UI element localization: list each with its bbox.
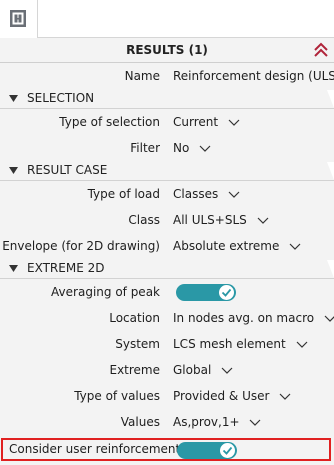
chevron-down-icon	[228, 191, 240, 198]
system-value: LCS mesh element	[173, 337, 286, 351]
class-value: All ULS+SLS	[173, 213, 247, 227]
triangle-down-icon	[9, 167, 18, 174]
filter-row: Filter No	[0, 135, 334, 161]
chevron-down-icon	[249, 419, 261, 426]
values-dropdown[interactable]: As,prov,1+	[173, 409, 334, 435]
type-of-selection-dropdown[interactable]: Current	[173, 109, 334, 135]
top-toolbar	[0, 0, 334, 38]
type-of-values-dropdown[interactable]: Provided & User	[173, 383, 334, 409]
type-of-load-value: Classes	[173, 187, 219, 201]
type-of-values-label: Type of values	[74, 389, 160, 403]
envelope-value: Absolute extreme	[173, 239, 280, 253]
class-label: Class	[128, 213, 160, 227]
collapse-button[interactable]	[311, 41, 331, 59]
check-icon	[221, 288, 232, 297]
type-of-load-row: Type of load Classes	[0, 181, 334, 207]
section-extreme-2d-title: EXTREME 2D	[27, 261, 105, 275]
type-of-selection-label: Type of selection	[59, 115, 160, 129]
chevron-down-icon	[199, 145, 211, 152]
system-dropdown[interactable]: LCS mesh element	[173, 331, 334, 357]
panel-title: RESULTS (1)	[126, 43, 208, 57]
filter-dropdown[interactable]: No	[173, 135, 334, 161]
chevron-down-icon	[289, 243, 301, 250]
location-row: Location In nodes avg. on macro	[0, 305, 334, 331]
extreme-value: Global	[173, 363, 212, 377]
app-logo-icon	[10, 10, 26, 27]
triangle-down-icon	[9, 265, 18, 272]
type-of-values-row: Type of values Provided & User	[0, 383, 334, 409]
toggle-knob	[219, 285, 234, 300]
chevron-down-icon	[279, 393, 291, 400]
panel-header: RESULTS (1)	[0, 38, 334, 63]
values-label: Values	[120, 415, 160, 429]
filter-value: No	[173, 141, 190, 155]
location-value: In nodes avg. on macro	[173, 311, 315, 325]
system-label: System	[115, 337, 160, 351]
extreme-label: Extreme	[109, 363, 160, 377]
type-of-load-label: Type of load	[87, 187, 160, 201]
location-label: Location	[109, 311, 160, 325]
extreme-row: Extreme Global	[0, 357, 334, 383]
section-selection[interactable]: SELECTION	[0, 89, 334, 109]
name-row: Name Reinforcement design (ULS+	[0, 63, 334, 89]
section-corner	[327, 260, 334, 278]
section-extreme-2d[interactable]: EXTREME 2D	[0, 259, 334, 279]
system-row: System LCS mesh element	[0, 331, 334, 357]
user-reinforcement-toggle[interactable]	[177, 442, 237, 459]
chevron-down-icon	[228, 119, 240, 126]
averaging-toggle[interactable]	[176, 284, 236, 301]
location-dropdown[interactable]: In nodes avg. on macro	[173, 305, 334, 331]
envelope-row: Envelope (for 2D drawing) Absolute extre…	[0, 233, 334, 259]
section-corner	[327, 162, 334, 180]
type-of-load-dropdown[interactable]: Classes	[173, 181, 334, 207]
averaging-row: Averaging of peak	[0, 279, 334, 305]
section-corner	[327, 90, 334, 108]
double-chevron-up-icon	[314, 42, 328, 57]
user-reinforcement-label: Consider user reinforcement	[9, 442, 181, 456]
name-label: Name	[124, 69, 160, 83]
triangle-down-icon	[9, 95, 18, 102]
properties-panel: RESULTS (1) Name Reinforcement design (U…	[0, 38, 334, 465]
type-of-selection-row: Type of selection Current	[0, 109, 334, 135]
values-value: As,prov,1+	[173, 415, 240, 429]
extreme-dropdown[interactable]: Global	[173, 357, 334, 383]
values-row: Values As,prov,1+	[0, 409, 334, 435]
app-tab[interactable]	[0, 0, 38, 38]
chevron-down-icon	[257, 217, 269, 224]
chevron-down-icon	[221, 367, 233, 374]
filter-label: Filter	[130, 141, 160, 155]
chevron-down-icon	[324, 315, 334, 322]
type-of-selection-value: Current	[173, 115, 219, 129]
class-dropdown[interactable]: All ULS+SLS	[173, 207, 334, 233]
name-field[interactable]: Reinforcement design (ULS+	[173, 63, 334, 89]
check-icon	[222, 446, 233, 455]
section-result-case[interactable]: RESULT CASE	[0, 161, 334, 181]
envelope-dropdown[interactable]: Absolute extreme	[173, 233, 334, 259]
section-selection-title: SELECTION	[27, 91, 95, 105]
class-row: Class All ULS+SLS	[0, 207, 334, 233]
envelope-label: Envelope (for 2D drawing)	[2, 239, 160, 253]
averaging-label: Averaging of peak	[51, 285, 160, 299]
chevron-down-icon	[296, 341, 307, 348]
user-reinforcement-row: Consider user reinforcement	[1, 438, 331, 461]
type-of-values-value: Provided & User	[173, 389, 270, 403]
section-result-case-title: RESULT CASE	[27, 163, 108, 177]
toggle-knob	[220, 443, 235, 458]
